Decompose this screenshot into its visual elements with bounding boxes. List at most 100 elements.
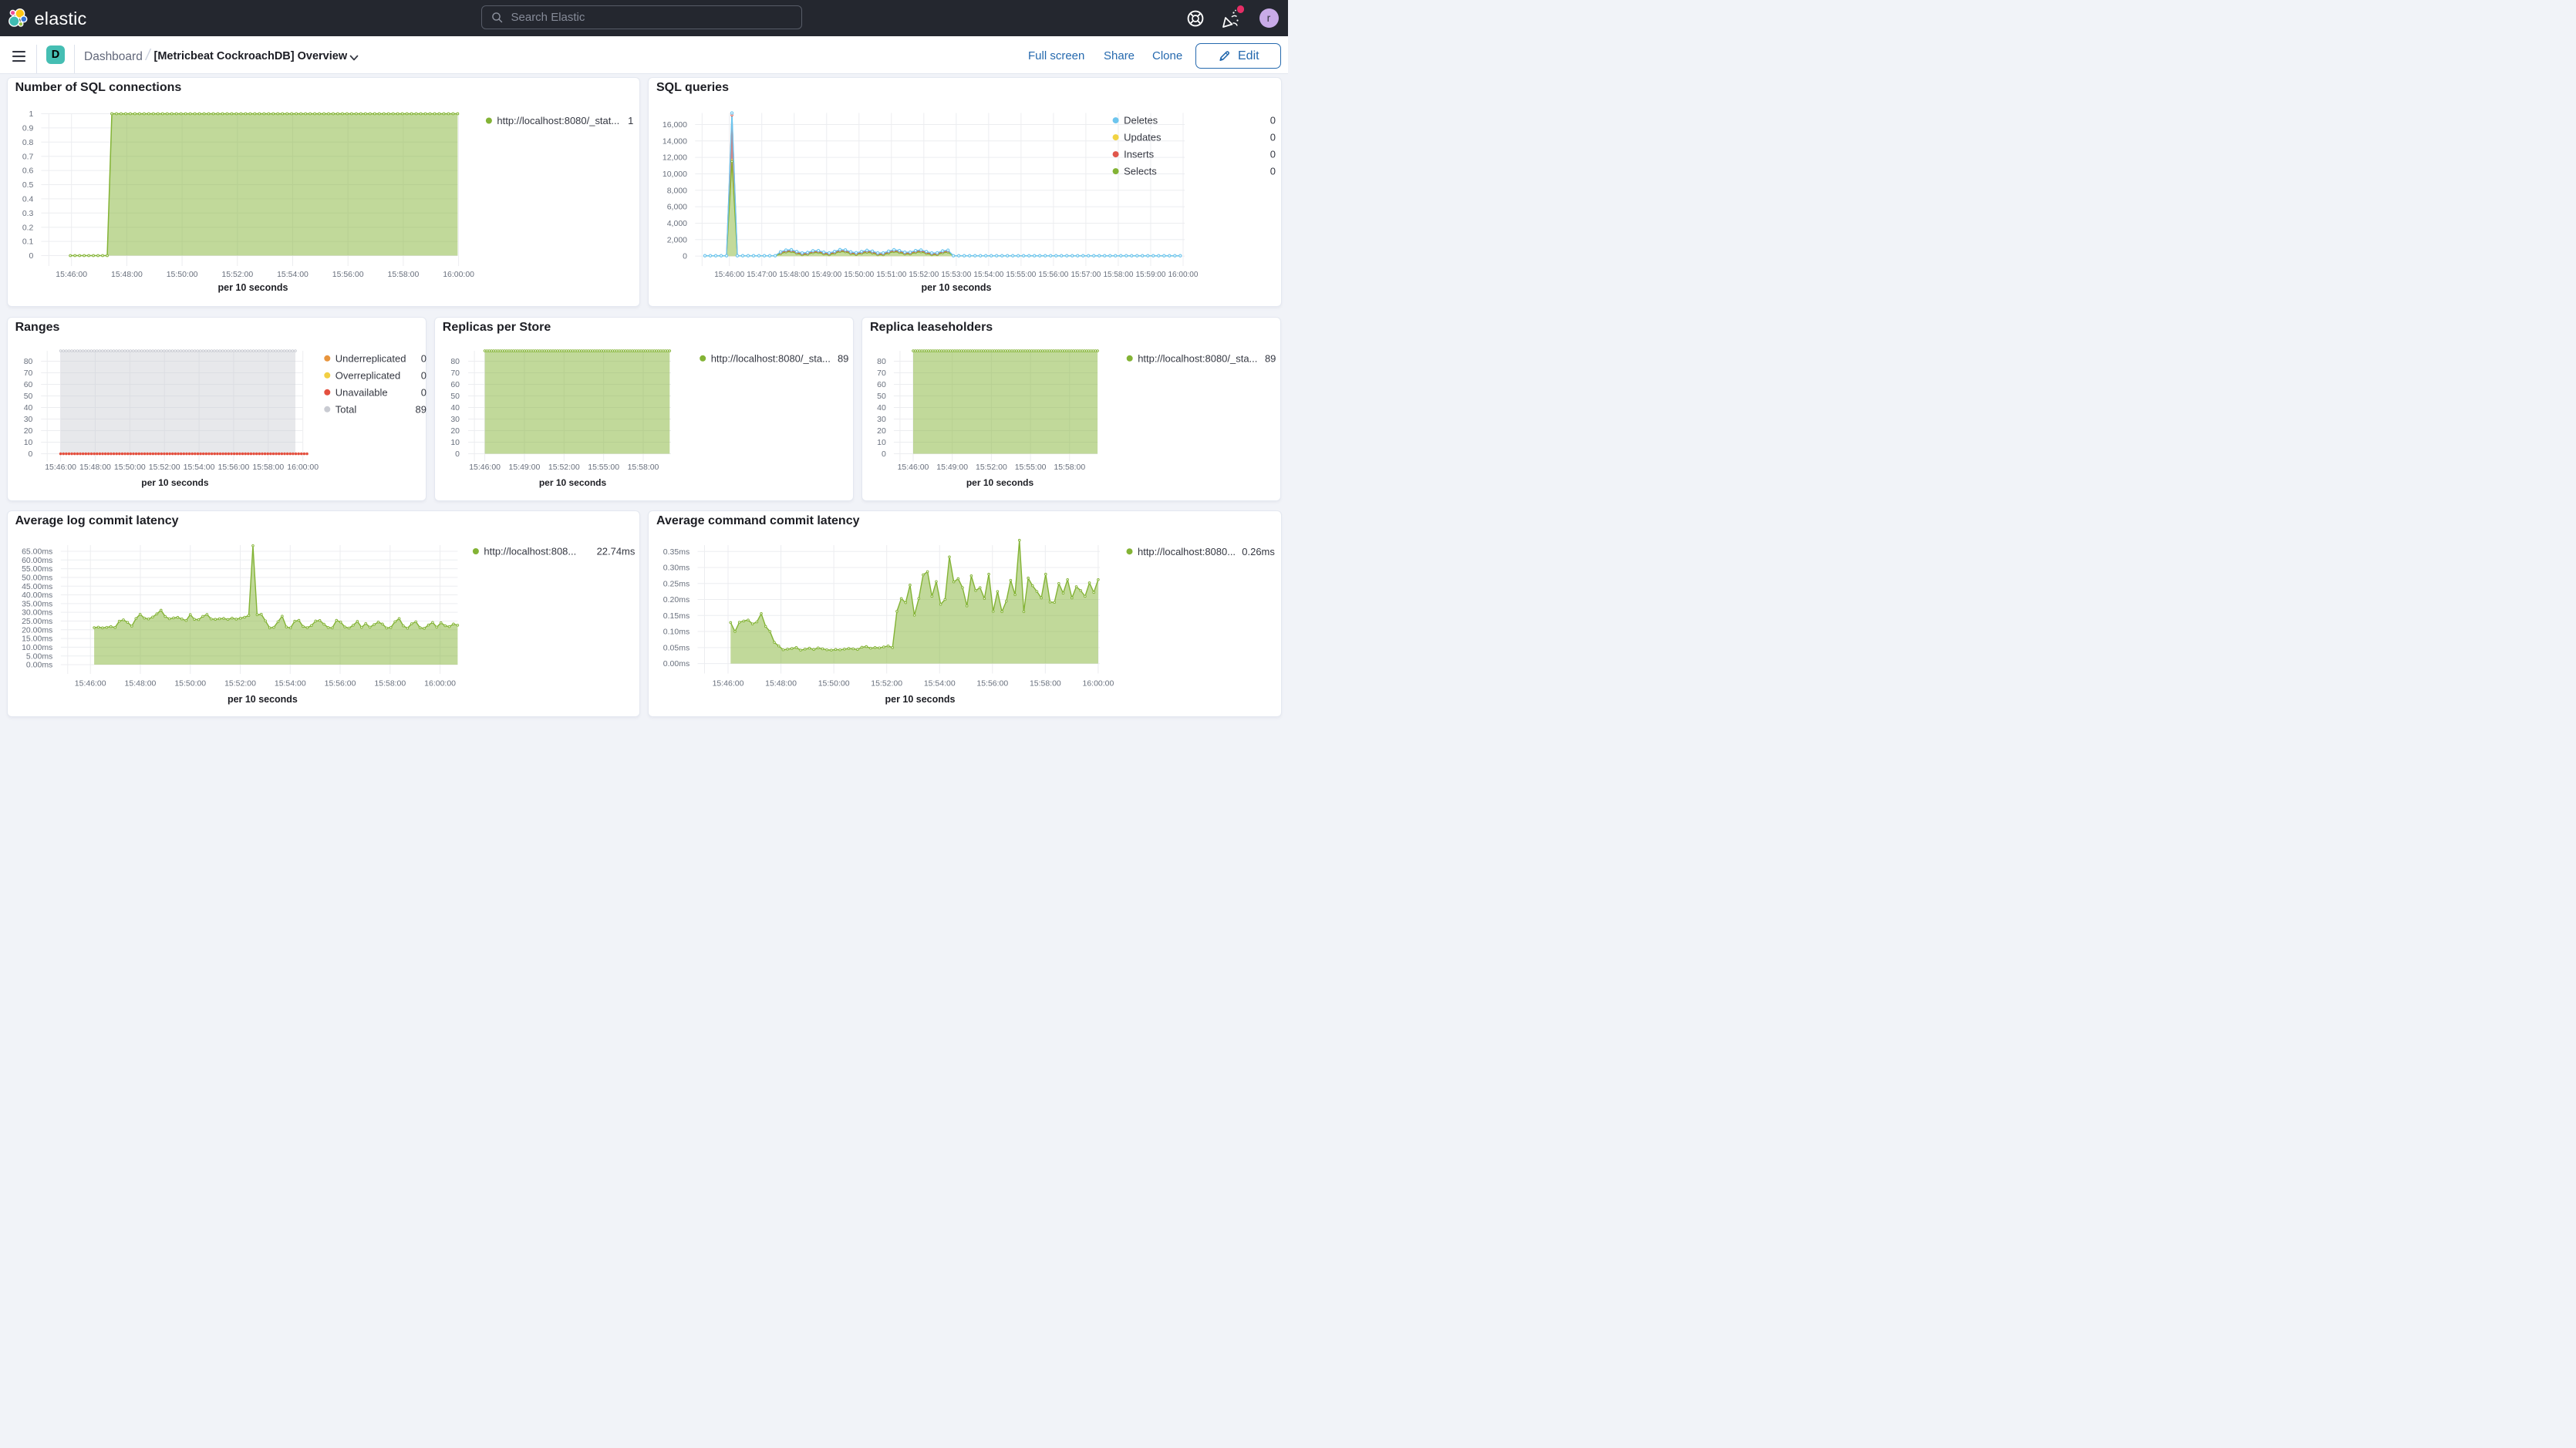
svg-text:0.00ms: 0.00ms xyxy=(663,661,690,669)
svg-text:89: 89 xyxy=(1265,352,1276,364)
svg-text:15:58:00: 15:58:00 xyxy=(252,463,284,471)
svg-text:0.3: 0.3 xyxy=(22,209,33,217)
svg-text:25.00ms: 25.00ms xyxy=(22,618,52,626)
svg-text:40: 40 xyxy=(877,404,886,413)
svg-text:60: 60 xyxy=(450,381,460,389)
svg-text:15:52:00: 15:52:00 xyxy=(909,271,939,279)
svg-text:55.00ms: 55.00ms xyxy=(22,566,52,574)
svg-text:15:48:00: 15:48:00 xyxy=(111,270,143,278)
svg-text:1: 1 xyxy=(29,110,33,119)
svg-text:15:46:00: 15:46:00 xyxy=(74,680,106,689)
svg-text:15:56:00: 15:56:00 xyxy=(976,680,1008,689)
svg-text:15:46:00: 15:46:00 xyxy=(45,463,76,471)
svg-text:5.00ms: 5.00ms xyxy=(26,653,52,662)
svg-text:15:56:00: 15:56:00 xyxy=(332,270,363,278)
svg-text:0: 0 xyxy=(1270,114,1276,126)
svg-text:per 10 seconds: per 10 seconds xyxy=(921,282,991,293)
svg-text:0: 0 xyxy=(420,386,426,398)
svg-text:15:54:00: 15:54:00 xyxy=(277,270,309,278)
svg-text:10: 10 xyxy=(23,439,32,447)
svg-text:15:49:00: 15:49:00 xyxy=(508,463,540,471)
svg-text:2,000: 2,000 xyxy=(667,235,687,244)
svg-text:80: 80 xyxy=(877,358,886,366)
svg-text:15:55:00: 15:55:00 xyxy=(1015,463,1047,471)
svg-text:4,000: 4,000 xyxy=(667,219,687,228)
svg-text:60: 60 xyxy=(23,381,32,389)
svg-text:15:52:00: 15:52:00 xyxy=(548,463,580,471)
svg-text:15:50:00: 15:50:00 xyxy=(174,680,206,689)
svg-text:15:52:00: 15:52:00 xyxy=(148,463,180,471)
svg-text:15:52:00: 15:52:00 xyxy=(976,463,1007,471)
svg-text:15:58:00: 15:58:00 xyxy=(374,680,406,689)
svg-text:0.7: 0.7 xyxy=(22,153,33,161)
svg-text:1: 1 xyxy=(628,115,633,126)
svg-text:per 10 seconds: per 10 seconds xyxy=(217,281,288,292)
svg-text:10,000: 10,000 xyxy=(663,170,687,179)
svg-text:15:46:00: 15:46:00 xyxy=(898,463,929,471)
svg-text:15:52:00: 15:52:00 xyxy=(221,270,253,278)
svg-text:20: 20 xyxy=(23,427,32,436)
svg-text:0: 0 xyxy=(420,369,426,381)
svg-text:0.00ms: 0.00ms xyxy=(26,662,52,670)
svg-text:16:00:00: 16:00:00 xyxy=(287,463,319,471)
svg-text:per 10 seconds: per 10 seconds xyxy=(228,694,298,705)
svg-text:15:48:00: 15:48:00 xyxy=(765,680,797,689)
svg-text:0: 0 xyxy=(1270,131,1276,143)
svg-text:15:58:00: 15:58:00 xyxy=(387,270,419,278)
svg-text:70: 70 xyxy=(877,369,886,378)
svg-text:15:52:00: 15:52:00 xyxy=(224,680,256,689)
svg-text:15:50:00: 15:50:00 xyxy=(114,463,146,471)
svg-text:0.05ms: 0.05ms xyxy=(663,645,690,653)
svg-text:http://localhost:8080...: http://localhost:8080... xyxy=(1138,546,1236,557)
svg-text:40: 40 xyxy=(450,404,460,413)
svg-text:Deletes: Deletes xyxy=(1124,114,1158,126)
svg-text:60.00ms: 60.00ms xyxy=(22,557,52,565)
svg-text:0: 0 xyxy=(29,252,33,261)
svg-text:15:55:00: 15:55:00 xyxy=(588,463,619,471)
svg-text:Overreplicated: Overreplicated xyxy=(335,369,400,381)
svg-text:15:58:00: 15:58:00 xyxy=(1030,680,1061,689)
svg-text:0.1: 0.1 xyxy=(22,237,33,246)
svg-text:40: 40 xyxy=(23,404,32,413)
svg-text:15:46:00: 15:46:00 xyxy=(56,270,87,278)
svg-text:0.6: 0.6 xyxy=(22,167,33,175)
svg-text:Selects: Selects xyxy=(1124,165,1157,177)
svg-text:12,000: 12,000 xyxy=(663,153,687,162)
svg-text:0.10ms: 0.10ms xyxy=(663,628,690,637)
svg-text:89: 89 xyxy=(415,403,426,415)
svg-text:15:58:00: 15:58:00 xyxy=(627,463,659,471)
svg-text:70: 70 xyxy=(450,369,460,378)
svg-text:14,000: 14,000 xyxy=(663,136,687,146)
svg-text:65.00ms: 65.00ms xyxy=(22,548,52,557)
svg-text:16:00:00: 16:00:00 xyxy=(1168,271,1199,279)
svg-text:15:50:00: 15:50:00 xyxy=(844,271,874,279)
svg-text:15:49:00: 15:49:00 xyxy=(936,463,968,471)
svg-text:16,000: 16,000 xyxy=(663,120,687,130)
svg-text:http://localhost:8080/_sta...: http://localhost:8080/_sta... xyxy=(1138,352,1257,364)
svg-text:80: 80 xyxy=(450,358,460,366)
svg-text:30.00ms: 30.00ms xyxy=(22,609,52,618)
svg-text:50.00ms: 50.00ms xyxy=(22,574,52,583)
svg-text:Unavailable: Unavailable xyxy=(335,386,387,398)
svg-text:15:50:00: 15:50:00 xyxy=(166,270,197,278)
svg-text:45.00ms: 45.00ms xyxy=(22,583,52,591)
svg-text:0: 0 xyxy=(420,352,426,364)
svg-text:15:50:00: 15:50:00 xyxy=(818,680,850,689)
svg-text:0.8: 0.8 xyxy=(22,138,33,146)
svg-text:10: 10 xyxy=(450,439,460,447)
svg-text:15:51:00: 15:51:00 xyxy=(876,271,906,279)
svg-text:0.4: 0.4 xyxy=(22,195,33,204)
svg-text:30: 30 xyxy=(877,416,886,424)
svg-text:15:58:00: 15:58:00 xyxy=(1103,271,1133,279)
svg-text:15:55:00: 15:55:00 xyxy=(1006,271,1036,279)
svg-text:15:58:00: 15:58:00 xyxy=(1054,463,1085,471)
svg-text:15:54:00: 15:54:00 xyxy=(973,271,1003,279)
svg-text:0.5: 0.5 xyxy=(22,181,33,190)
svg-text:15:48:00: 15:48:00 xyxy=(124,680,156,689)
svg-text:15:47:00: 15:47:00 xyxy=(747,271,777,279)
svg-text:Inserts: Inserts xyxy=(1124,148,1155,160)
svg-text:0.26ms: 0.26ms xyxy=(1242,546,1275,557)
svg-text:15.00ms: 15.00ms xyxy=(22,635,52,644)
svg-text:0.9: 0.9 xyxy=(22,124,33,133)
svg-text:0: 0 xyxy=(882,450,886,459)
